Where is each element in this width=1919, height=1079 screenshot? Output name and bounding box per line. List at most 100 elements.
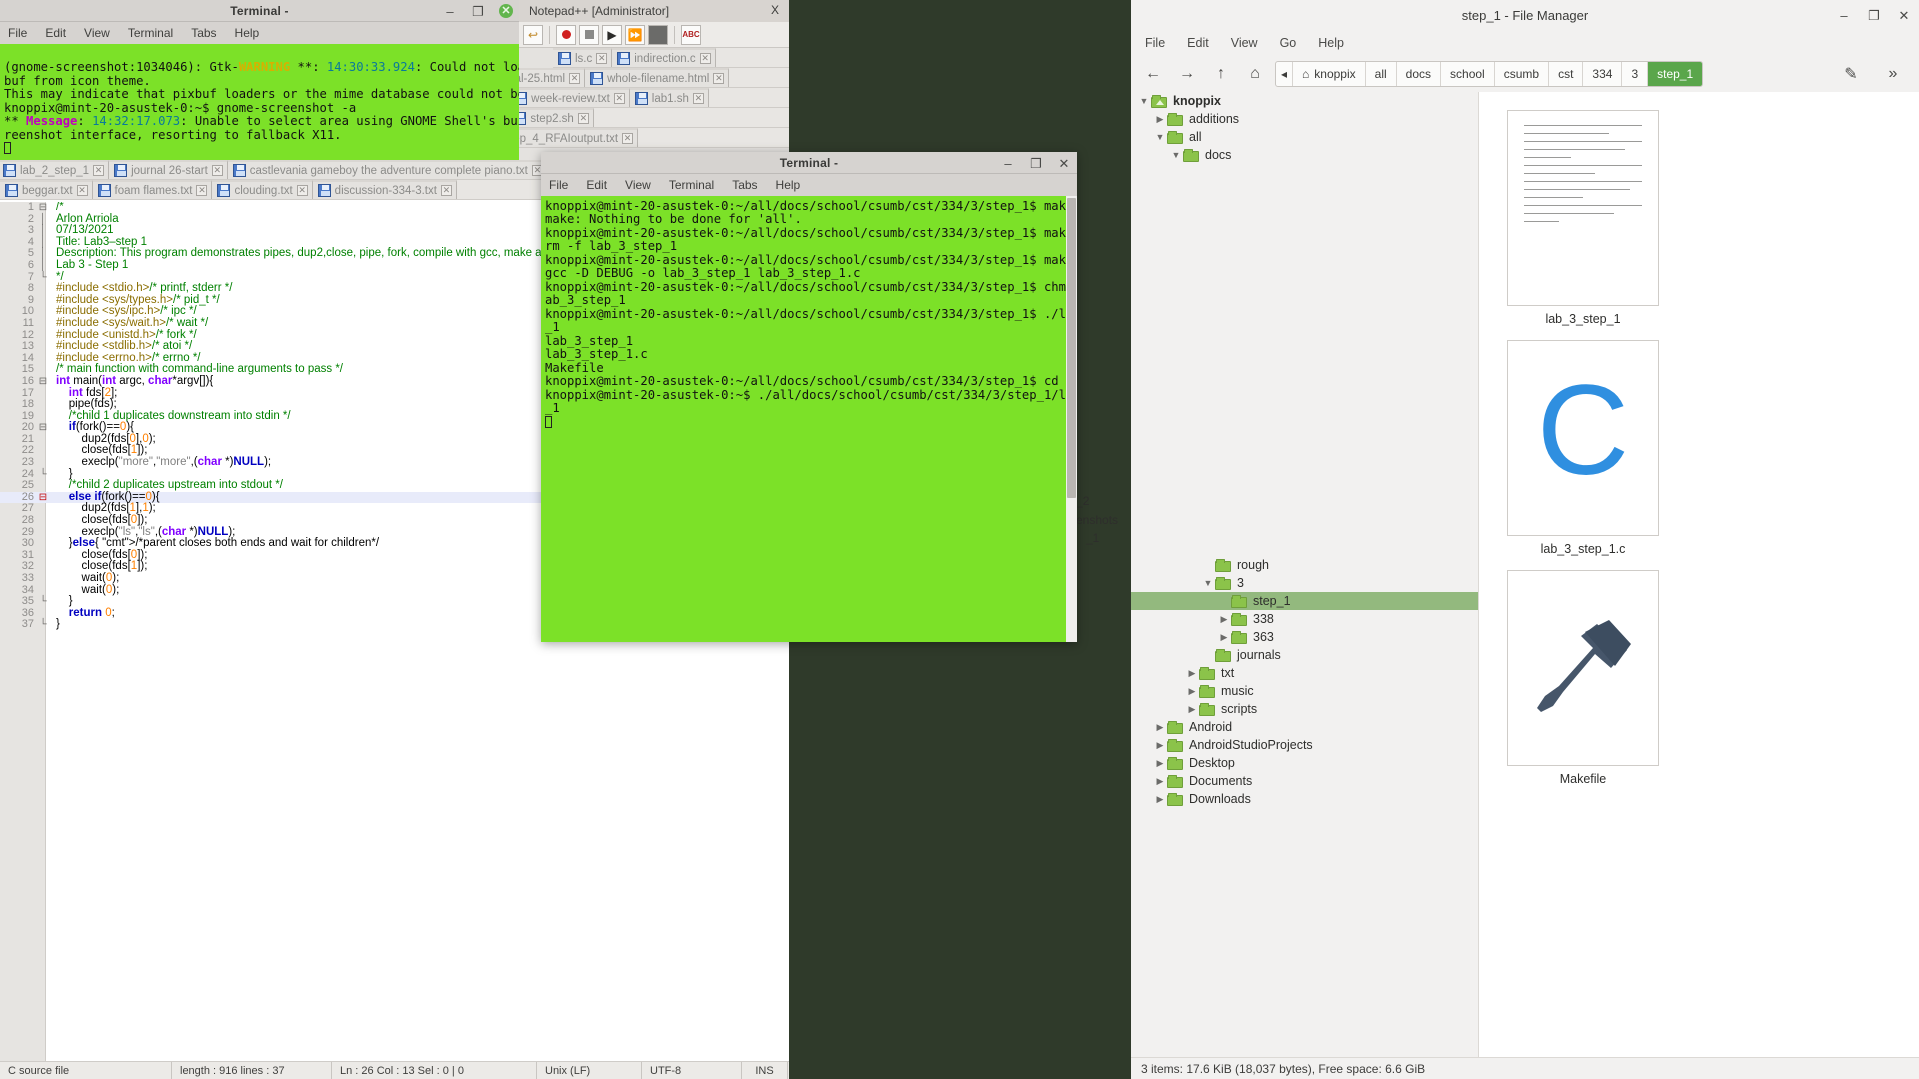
chevron-right-icon[interactable]: ▶: [1153, 758, 1167, 769]
notepadpp-window-top[interactable]: Notepad++ [Administrator] X ↩ ▶ ⏩ ABC ls…: [519, 0, 789, 177]
maximize-icon[interactable]: ❐: [1867, 8, 1881, 22]
notepadpp-tab-row[interactable]: ls.c ✕ indirection.c ✕: [553, 48, 789, 68]
notepadpp-tab-row[interactable]: akefile✕lab_2_step_5.c✕step_4_RFAIoutput…: [519, 128, 789, 148]
menu-view[interactable]: View: [625, 178, 651, 192]
chevron-right-icon[interactable]: ▶: [1217, 614, 1231, 625]
close-icon[interactable]: ✕: [499, 4, 513, 18]
fold-collapse-icon[interactable]: ⊟: [34, 422, 52, 434]
terminal-scrollbar[interactable]: [1066, 196, 1077, 642]
close-tab-icon[interactable]: ✕: [613, 93, 625, 104]
fold-collapse-icon[interactable]: ⊟: [34, 202, 52, 214]
tree-item-additions[interactable]: ▶ additions: [1131, 110, 1478, 128]
minimize-icon[interactable]: –: [443, 4, 457, 18]
tree-item-363[interactable]: ▶ 363: [1131, 628, 1478, 646]
menu-tabs[interactable]: Tabs: [191, 26, 216, 40]
up-arrow-icon[interactable]: ↑: [1207, 61, 1235, 87]
notepadpp-tab[interactable]: beggar.txt ✕: [0, 180, 93, 199]
chevron-right-icon[interactable]: ▶: [1153, 114, 1167, 125]
minimize-icon[interactable]: –: [1001, 156, 1015, 170]
notepadpp-tab-row[interactable]: journal-25.html✕whole-filename.html✕: [519, 68, 789, 88]
menu-terminal[interactable]: Terminal: [128, 26, 173, 40]
notepadpp-tab-row[interactable]: uestions.txt✕week-review.txt✕lab1.sh✕: [519, 88, 789, 108]
close-tab-icon[interactable]: ✕: [569, 73, 581, 84]
close-tab-icon[interactable]: ✕: [296, 185, 308, 196]
notepadpp-toolbar[interactable]: ↩ ▶ ⏩ ABC: [519, 22, 789, 48]
menu-edit[interactable]: Edit: [586, 178, 607, 192]
menu-tabs[interactable]: Tabs: [732, 178, 757, 192]
breadcrumb-item-school[interactable]: school: [1441, 62, 1495, 86]
tree-item-AndroidStudioProjects[interactable]: ▶ AndroidStudioProjects: [1131, 736, 1478, 754]
notepadpp-tab[interactable]: whole-filename.html ✕: [585, 68, 730, 87]
terminal-back-menubar[interactable]: File Edit View Terminal Tabs Help: [0, 22, 519, 44]
notepadpp-tab[interactable]: ls.c ✕: [553, 48, 613, 67]
close-icon[interactable]: ✕: [1897, 8, 1911, 22]
close-tab-icon[interactable]: ✕: [196, 185, 208, 196]
breadcrumb-item-334[interactable]: 334: [1583, 62, 1623, 86]
chevron-right-icon[interactable]: ▶: [1217, 632, 1231, 643]
notepadpp-tab[interactable]: lab_2_step_1 ✕: [0, 160, 110, 179]
menu-go[interactable]: Go: [1280, 36, 1297, 50]
menu-help[interactable]: Help: [776, 178, 801, 192]
tree-item-Android[interactable]: ▶ Android: [1131, 718, 1478, 736]
menu-file[interactable]: File: [549, 178, 568, 192]
menu-edit[interactable]: Edit: [1187, 36, 1209, 50]
menu-edit[interactable]: Edit: [45, 26, 66, 40]
notepadpp-tab[interactable]: lab1.sh ✕: [629, 88, 709, 107]
notepadpp-tab[interactable]: castlevania gameboy the adventure comple…: [227, 160, 548, 179]
tree-item-rough[interactable]: rough: [1131, 556, 1478, 574]
tree-item-Documents[interactable]: ▶ Documents: [1131, 772, 1478, 790]
tree-item-knoppix[interactable]: ▼ knoppix: [1131, 92, 1478, 110]
notepadpp-tab-row[interactable]: ep_1.c✕Makefile✕step2.sh✕: [519, 108, 789, 128]
notepadpp-titlebar[interactable]: Notepad++ [Administrator] X: [519, 0, 789, 22]
terminal-front-titlebar[interactable]: Terminal - – ❐ ✕: [541, 152, 1077, 174]
menu-help[interactable]: Help: [235, 26, 260, 40]
file-grid[interactable]: lab_3_step_1 C lab_3_step_1.c Makefile: [1479, 92, 1919, 1057]
notepadpp-tab[interactable]: clouding.txt ✕: [212, 180, 313, 199]
breadcrumb-item-docs[interactable]: docs: [1397, 62, 1442, 86]
macro-record-icon[interactable]: [556, 24, 576, 45]
close-tab-icon[interactable]: ✕: [440, 185, 452, 196]
terminal-front-menubar[interactable]: File Edit View Terminal Tabs Help: [541, 174, 1077, 196]
breadcrumb-item-all[interactable]: all: [1366, 62, 1397, 86]
close-icon[interactable]: ✕: [1057, 156, 1071, 170]
file-manager-window[interactable]: step_1 - File Manager – ❐ ✕ File Edit Vi…: [1131, 0, 1919, 1079]
maximize-icon[interactable]: ❐: [471, 4, 485, 18]
notepadpp-tab[interactable]: foam flames.txt ✕: [92, 180, 213, 199]
menu-file[interactable]: File: [1145, 36, 1165, 50]
breadcrumb[interactable]: ◂ ⌂ knoppix all docs school csumb cst 334 3 step_1: [1275, 61, 1704, 87]
chevron-right-icon[interactable]: ▶: [1185, 668, 1199, 679]
menu-file[interactable]: File: [8, 26, 27, 40]
minimize-icon[interactable]: –: [1837, 8, 1851, 22]
breadcrumb-item-csumb[interactable]: csumb: [1495, 62, 1550, 86]
breadcrumb-item-3[interactable]: 3: [1622, 62, 1649, 86]
chevron-down-icon[interactable]: ▼: [1169, 150, 1183, 160]
chevron-right-icon[interactable]: ▶: [1153, 740, 1167, 751]
forward-arrow-icon[interactable]: →: [1173, 61, 1201, 87]
file-manager-pathbar[interactable]: ← → ↑ ⌂ ◂ ⌂ knoppix all docs school csumb cst 33…: [1131, 56, 1919, 92]
breadcrumb-item-step_1[interactable]: step_1: [1648, 62, 1703, 86]
notepadpp-tab[interactable]: step_4_RFAIoutput.txt✕: [519, 128, 639, 147]
maximize-icon[interactable]: ❐: [1029, 156, 1043, 170]
macro-playmulti-icon[interactable]: ⏩: [625, 24, 645, 45]
close-tab-icon[interactable]: ✕: [76, 185, 88, 196]
tree-item-music[interactable]: ▶ music: [1131, 682, 1478, 700]
home-icon[interactable]: ⌂: [1241, 61, 1269, 87]
terminal-back-window[interactable]: Terminal - – ❐ ✕ File Edit View Terminal…: [0, 0, 519, 177]
file-item-0[interactable]: lab_3_step_1: [1507, 110, 1659, 326]
close-tab-icon[interactable]: ✕: [596, 53, 608, 64]
close-tab-icon[interactable]: ✕: [699, 53, 711, 64]
notepadpp-tab[interactable]: journal-25.html✕: [519, 68, 586, 87]
file-manager-titlebar[interactable]: step_1 - File Manager – ❐ ✕: [1131, 0, 1919, 30]
file-item-2[interactable]: Makefile: [1507, 570, 1659, 786]
menu-more-icon[interactable]: »: [1879, 61, 1907, 87]
undo-icon[interactable]: ↩: [523, 24, 543, 45]
chevron-right-icon[interactable]: ▶: [1153, 722, 1167, 733]
breadcrumb-item-knoppix[interactable]: ⌂ knoppix: [1293, 62, 1366, 86]
menu-help[interactable]: Help: [1318, 36, 1344, 50]
tree-item-txt[interactable]: ▶ txt: [1131, 664, 1478, 682]
tree-item-scripts[interactable]: ▶ scripts: [1131, 700, 1478, 718]
tree-item-338[interactable]: ▶ 338: [1131, 610, 1478, 628]
tree-item-step_1[interactable]: step_1: [1131, 592, 1478, 610]
close-tab-icon[interactable]: ✕: [622, 133, 634, 144]
close-tab-icon[interactable]: ✕: [211, 165, 223, 176]
